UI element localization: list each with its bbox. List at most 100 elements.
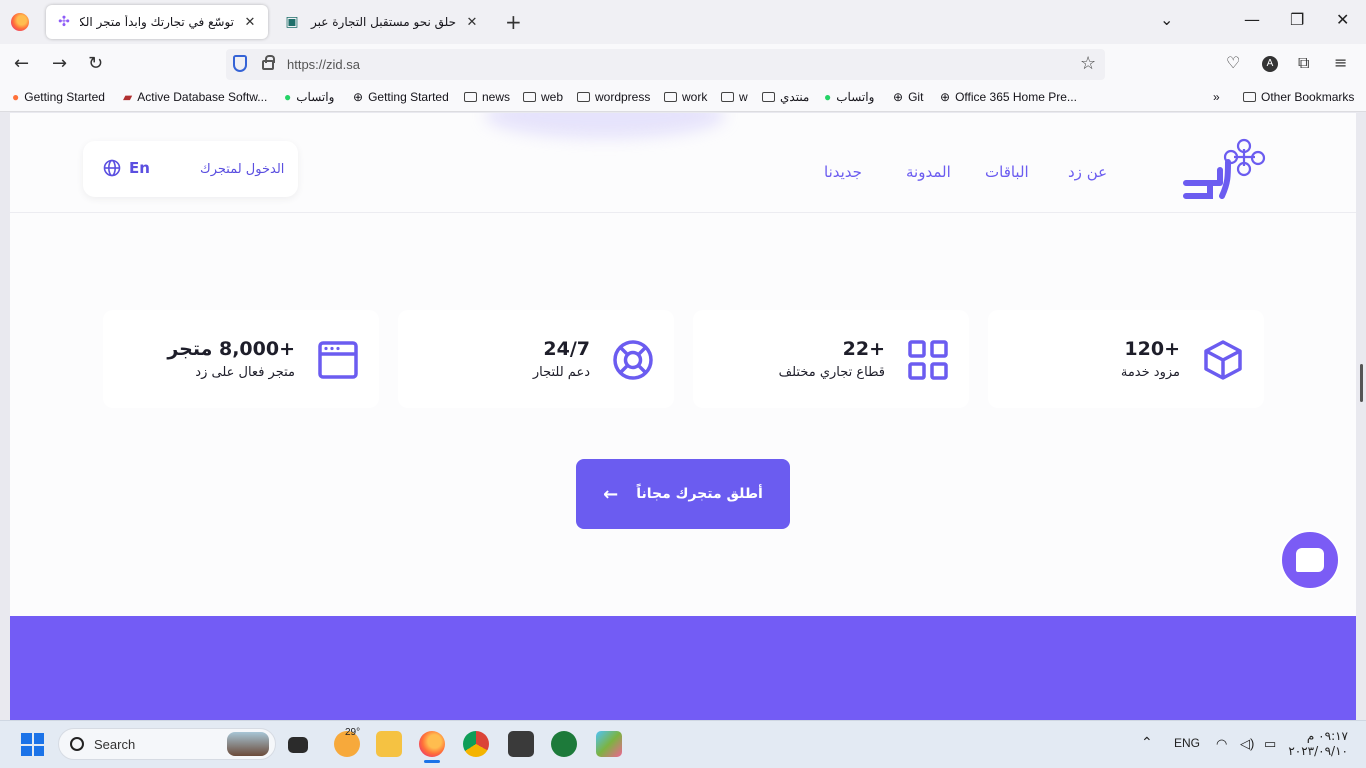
bookmark-label: Office 365 Home Pre... xyxy=(955,90,1077,104)
bookmark-folder-web[interactable]: web xyxy=(523,90,563,104)
stat-label: متجر فعال على زد xyxy=(195,365,295,380)
globe-icon xyxy=(103,159,121,177)
folder-icon xyxy=(464,92,477,102)
language-switch[interactable]: En xyxy=(103,159,150,177)
nav-about[interactable]: عن زد xyxy=(1068,163,1107,181)
folder-icon xyxy=(762,92,775,102)
account-avatar[interactable]: A xyxy=(1262,56,1278,72)
grid-icon xyxy=(908,340,948,380)
bookmark-getting-started[interactable]: ● Getting Started xyxy=(12,90,105,104)
tab-title: توسّع في تجارتك وابدأ متجر الكترو xyxy=(80,15,234,29)
window-close-icon[interactable]: ✕ xyxy=(1336,10,1349,29)
tracking-protection-shield-icon[interactable] xyxy=(233,55,247,72)
bookmark-folder-w[interactable]: w xyxy=(721,90,748,104)
forward-arrow-icon[interactable]: → xyxy=(52,53,67,74)
stat-value: 24/7 xyxy=(543,338,590,360)
globe-icon: ⊕ xyxy=(893,90,904,104)
bookmark-git[interactable]: ⊕ Git xyxy=(893,90,923,104)
page-scrollbar[interactable] xyxy=(1360,364,1363,402)
arrow-left-icon: ← xyxy=(603,483,619,505)
database-icon: ▰ xyxy=(123,90,133,104)
pocket-icon[interactable]: ♡ xyxy=(1226,53,1240,72)
chrome-icon[interactable] xyxy=(463,731,489,757)
stat-card-support: 24/7 دعم للتجار xyxy=(398,310,674,408)
bookmark-label: web xyxy=(541,90,564,104)
back-arrow-icon[interactable]: ← xyxy=(14,53,29,74)
close-icon[interactable]: ✕ xyxy=(242,15,258,30)
reload-icon[interactable]: ↻ xyxy=(88,53,103,74)
bookmark-label: Active Database Softw... xyxy=(137,90,268,104)
firefox-taskbar-icon[interactable] xyxy=(419,731,445,757)
stat-value: +120 xyxy=(1124,338,1180,360)
firefox-icon: ● xyxy=(12,90,20,104)
close-icon[interactable]: ✕ xyxy=(464,15,480,30)
stat-value: +8,000 متجر xyxy=(167,338,295,360)
login-link[interactable]: الدخول لمتجرك xyxy=(200,162,284,177)
bookmark-folder-forum[interactable]: منتدي xyxy=(762,90,809,104)
bookmark-folder-work[interactable]: work xyxy=(664,90,707,104)
tab-zid-second[interactable]: ▣ حلق نحو مستقبل التجارة عبر إنشاء ✕ xyxy=(274,5,490,39)
paint-app-icon[interactable] xyxy=(596,731,622,757)
extensions-icon[interactable]: ⧉ xyxy=(1298,53,1309,73)
volume-icon[interactable]: ◁) xyxy=(1240,736,1254,752)
zid-logo[interactable] xyxy=(1182,136,1266,202)
bookmark-label: work xyxy=(682,90,708,104)
nav-plans[interactable]: الباقات xyxy=(985,163,1029,181)
chat-launcher-button[interactable] xyxy=(1280,530,1340,590)
clock-time: ٠٩:١٧ م xyxy=(1306,729,1348,743)
launch-store-button[interactable]: ← أطلق متجرك مجاناً xyxy=(576,459,790,529)
tab-list-chevron-icon[interactable]: ⌄ xyxy=(1160,10,1173,29)
menu-hamburger-icon[interactable]: ≡ xyxy=(1334,53,1347,72)
task-view-icon[interactable] xyxy=(288,737,308,753)
bookmark-active-database[interactable]: ▰ Active Database Softw... xyxy=(123,90,267,104)
globe-icon: ⊕ xyxy=(940,90,951,104)
windows-start-icon[interactable] xyxy=(21,733,44,756)
globe-icon: ⊕ xyxy=(353,90,364,104)
bookmark-star-icon[interactable]: ☆ xyxy=(1080,53,1096,74)
bookmark-folder-news[interactable]: news xyxy=(464,90,510,104)
bookmark-whatsapp-2[interactable]: ● واتساب xyxy=(824,90,874,104)
bookmark-other-bookmarks[interactable]: Other Bookmarks xyxy=(1243,90,1354,104)
nav-news[interactable]: جديدنا xyxy=(824,163,862,181)
taskbar-search[interactable]: Search xyxy=(58,728,276,760)
lock-icon[interactable] xyxy=(262,55,275,70)
zid-favicon-icon: ✣ xyxy=(58,14,70,30)
bookmark-label: منتدي xyxy=(780,90,810,104)
bookmark-label: واتساب xyxy=(836,90,875,104)
battery-icon[interactable]: ▭ xyxy=(1264,736,1276,752)
system-clock[interactable]: ٠٩:١٧ م ٢٠٢٣/٠٩/١٠ xyxy=(1288,729,1348,759)
tray-chevron-up-icon[interactable]: ⌃ xyxy=(1141,734,1153,751)
search-placeholder: Search xyxy=(94,737,136,752)
media-player-icon[interactable] xyxy=(508,731,534,757)
firefox-icon[interactable] xyxy=(11,13,29,31)
bookmarks-overflow-chevron-icon[interactable]: » xyxy=(1213,90,1220,104)
folder-icon xyxy=(1243,92,1256,102)
folder-icon xyxy=(721,92,734,102)
file-explorer-icon[interactable] xyxy=(376,731,402,757)
bookmark-label: wordpress xyxy=(595,90,651,104)
folder-icon xyxy=(523,92,536,102)
search-icon xyxy=(70,737,84,751)
bookmark-whatsapp[interactable]: ● واتساب xyxy=(284,90,334,104)
input-language[interactable]: ENG xyxy=(1174,736,1200,750)
stat-label: مزود خدمة xyxy=(1120,365,1180,380)
active-app-indicator xyxy=(424,760,440,763)
restore-icon[interactable]: ❐ xyxy=(1290,10,1304,29)
language-label: En xyxy=(129,159,150,177)
stat-value: +22 xyxy=(842,338,885,360)
bookmark-label: واتساب xyxy=(296,90,335,104)
tab-zid-home[interactable]: ✣ توسّع في تجارتك وابدأ متجر الكترو ✕ xyxy=(46,5,268,39)
minimize-icon[interactable]: — xyxy=(1244,10,1260,29)
weather-temp: 29° xyxy=(345,727,361,738)
bookmark-folder-wordpress[interactable]: wordpress xyxy=(577,90,650,104)
folder-icon xyxy=(664,92,677,102)
hs-app-icon[interactable] xyxy=(551,731,577,757)
new-tab-plus-icon[interactable]: + xyxy=(505,10,522,34)
inbox-favicon-icon: ▣ xyxy=(285,14,299,30)
nav-blog[interactable]: المدونة xyxy=(906,163,951,181)
wifi-icon[interactable]: ◠ xyxy=(1216,736,1227,752)
bookmark-office-365[interactable]: ⊕ Office 365 Home Pre... xyxy=(940,90,1077,104)
url-text[interactable]: https://zid.sa xyxy=(287,57,360,72)
purple-section xyxy=(10,616,1356,720)
bookmark-getting-started-2[interactable]: ⊕ Getting Started xyxy=(353,90,449,104)
